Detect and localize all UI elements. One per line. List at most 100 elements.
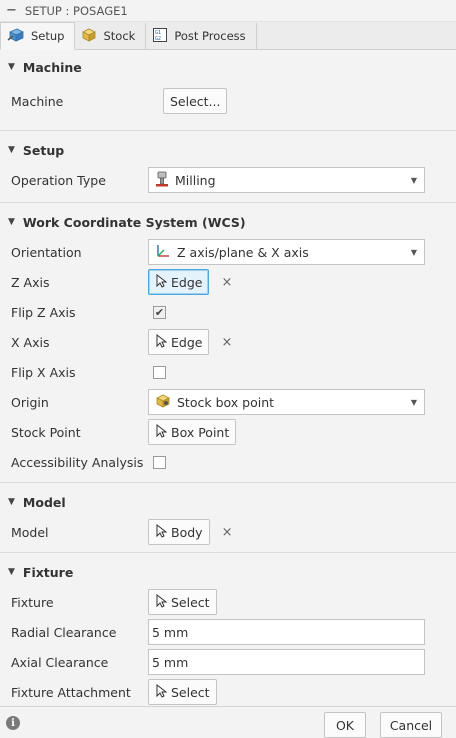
row-radial-clearance: Radial Clearance 5 mm — [0, 617, 456, 647]
x-axis-value: Edge — [171, 334, 203, 350]
accessibility-checkbox[interactable] — [153, 455, 166, 469]
axial-clearance-label: Axial Clearance — [11, 654, 109, 670]
axial-clearance-input[interactable]: 5 mm — [148, 649, 425, 675]
clear-icon[interactable]: × — [221, 335, 232, 350]
x-axis-label: X Axis — [11, 334, 50, 350]
machine-label: Machine — [11, 93, 64, 109]
fixture-label: Fixture — [11, 594, 54, 610]
collapse-triangle-icon[interactable]: ▼ — [8, 497, 15, 507]
setup-icon — [7, 27, 25, 46]
clear-icon[interactable]: × — [221, 275, 232, 290]
divider — [0, 552, 456, 553]
z-axis-value: Edge — [171, 274, 203, 290]
stock-point-value: Box Point — [171, 424, 230, 440]
divider — [0, 130, 456, 131]
chevron-down-icon: ▼ — [410, 247, 417, 257]
dialog-footer: i OK Cancel — [0, 706, 456, 738]
stock-point-select-button[interactable]: Box Point — [148, 419, 237, 445]
title-bar: − SETUP : POSAGE1 — [0, 0, 456, 22]
row-machine: Machine Select... — [0, 82, 456, 120]
operation-type-dropdown[interactable]: Milling ▼ — [148, 167, 425, 193]
tab-bar: Setup Stock G1 G2 Post Process — [0, 22, 456, 50]
clear-icon[interactable]: × — [222, 525, 233, 540]
row-axial-clearance: Axial Clearance 5 mm — [0, 647, 456, 677]
section-title-setup: Setup — [22, 142, 65, 158]
row-fixture: Fixture Select — [0, 587, 456, 617]
orientation-label: Orientation — [11, 244, 82, 260]
row-fixture-attachment: Fixture Attachment Select — [0, 677, 456, 707]
z-axis-label: Z Axis — [11, 274, 50, 290]
model-label: Model — [11, 524, 49, 540]
flip-z-label: Flip Z Axis — [11, 304, 76, 320]
flip-x-checkbox[interactable] — [153, 365, 166, 379]
row-operation-type: Operation Type Milling ▼ — [0, 165, 456, 195]
chevron-down-icon: ▼ — [410, 397, 417, 407]
radial-clearance-input[interactable]: 5 mm — [148, 619, 425, 645]
section-header-setup[interactable]: ▼ Setup — [0, 135, 456, 165]
origin-value: Stock box point — [177, 394, 275, 410]
fixture-value: Select — [171, 594, 210, 610]
collapse-icon[interactable]: − — [6, 3, 17, 18]
fixture-attachment-value: Select — [171, 684, 210, 700]
info-icon[interactable]: i — [6, 716, 20, 730]
section-title-machine: Machine — [22, 59, 82, 75]
orientation-dropdown[interactable]: Z axis/plane & X axis ▼ — [148, 239, 425, 265]
ok-button[interactable]: OK — [324, 712, 366, 738]
row-x-axis: X Axis Edge × — [0, 327, 456, 357]
machine-select-button[interactable]: Select... — [163, 88, 228, 114]
row-z-axis: Z Axis Edge × — [0, 267, 456, 297]
row-flip-z: Flip Z Axis ✔ — [0, 297, 456, 327]
origin-dropdown[interactable]: Stock box point ▼ — [148, 389, 425, 415]
model-value: Body — [171, 524, 203, 540]
chevron-down-icon: ▼ — [410, 175, 417, 185]
milling-icon — [155, 171, 169, 190]
cursor-arrow-icon — [155, 593, 168, 611]
stock-icon — [81, 27, 97, 46]
model-select-button[interactable]: Body — [148, 519, 210, 545]
collapse-triangle-icon[interactable]: ▼ — [8, 217, 15, 227]
post-process-icon: G1 G2 — [152, 27, 168, 46]
z-axis-select-button[interactable]: Edge — [148, 269, 210, 295]
cursor-arrow-icon — [155, 523, 168, 541]
cursor-arrow-icon — [155, 423, 168, 441]
stock-point-label: Stock Point — [11, 424, 81, 440]
row-origin: Origin Stock box point ▼ — [0, 387, 456, 417]
section-header-model[interactable]: ▼ Model — [0, 487, 456, 517]
tab-setup-label: Setup — [31, 29, 65, 43]
cancel-button[interactable]: Cancel — [380, 712, 442, 738]
flip-x-label: Flip X Axis — [11, 364, 76, 380]
collapse-triangle-icon[interactable]: ▼ — [8, 62, 15, 72]
fixture-attachment-select-button[interactable]: Select — [148, 679, 217, 705]
cursor-arrow-icon — [155, 683, 168, 701]
svg-text:G2: G2 — [155, 36, 161, 42]
origin-label: Origin — [11, 394, 49, 410]
radial-clearance-label: Radial Clearance — [11, 624, 117, 640]
fixture-attachment-label: Fixture Attachment — [11, 684, 131, 700]
operation-type-value: Milling — [175, 172, 216, 188]
tab-stock-label: Stock — [103, 29, 136, 43]
flip-z-checkbox[interactable]: ✔ — [153, 305, 166, 319]
tab-setup[interactable]: Setup — [0, 22, 76, 50]
row-orientation: Orientation Z axis/plane & X axis ▼ — [0, 237, 456, 267]
tab-stock[interactable]: Stock — [75, 23, 147, 49]
divider — [0, 202, 456, 203]
row-accessibility-analysis: Accessibility Analysis — [0, 447, 456, 477]
row-flip-x: Flip X Axis — [0, 357, 456, 387]
operation-type-label: Operation Type — [11, 172, 106, 188]
axis-orientation-icon — [155, 243, 171, 262]
collapse-triangle-icon[interactable]: ▼ — [8, 145, 15, 155]
row-model: Model Body × — [0, 517, 456, 547]
x-axis-select-button[interactable]: Edge — [148, 329, 210, 355]
tab-post-process[interactable]: G1 G2 Post Process — [146, 23, 257, 49]
fixture-select-button[interactable]: Select — [148, 589, 217, 615]
section-header-fixture[interactable]: ▼ Fixture — [0, 557, 456, 587]
section-title-fixture: Fixture — [22, 564, 74, 580]
collapse-triangle-icon[interactable]: ▼ — [8, 567, 15, 577]
orientation-value: Z axis/plane & X axis — [177, 244, 309, 260]
window-title: SETUP : POSAGE1 — [24, 3, 128, 18]
section-header-machine[interactable]: ▼ Machine — [0, 52, 456, 82]
accessibility-label: Accessibility Analysis — [11, 454, 144, 470]
section-header-wcs[interactable]: ▼ Work Coordinate System (WCS) — [0, 207, 456, 237]
section-title-wcs: Work Coordinate System (WCS) — [22, 214, 246, 230]
cursor-arrow-icon — [155, 333, 168, 351]
